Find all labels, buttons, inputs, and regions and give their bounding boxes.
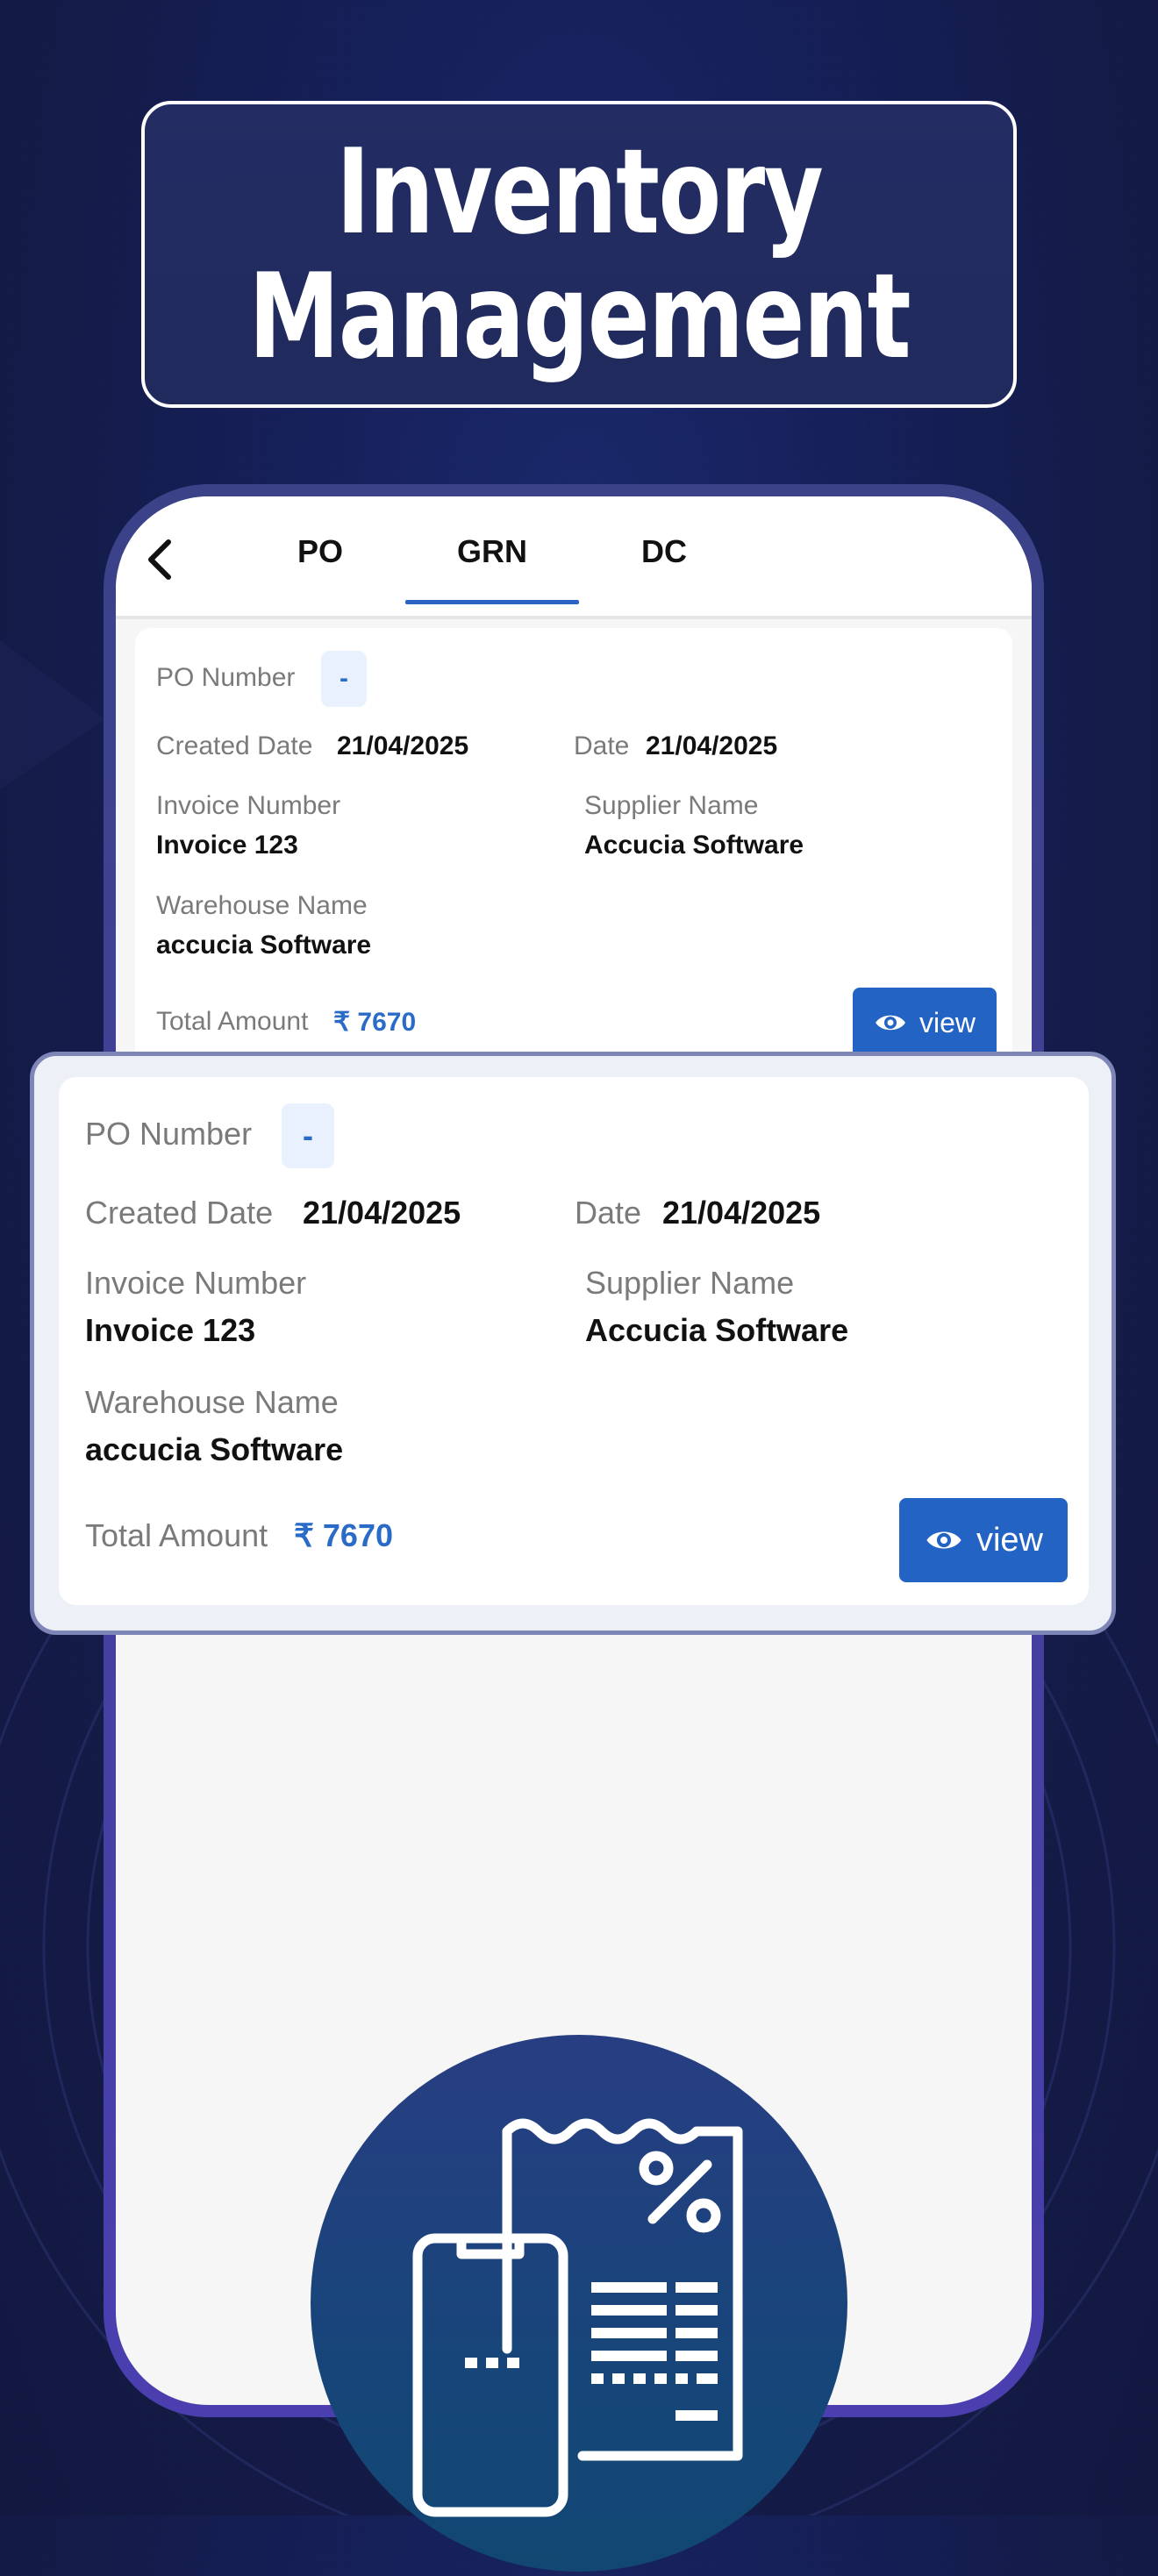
warehouse-name-label: Warehouse Name xyxy=(156,891,368,920)
created-date-value: 21/04/2025 xyxy=(303,1195,461,1231)
po-number-label: PO Number xyxy=(85,1116,253,1152)
zoomed-card-frame: PO Number - Created Date 21/04/2025 Date… xyxy=(30,1052,1116,1635)
po-number-value: - xyxy=(282,1103,334,1168)
view-button-label: view xyxy=(919,1006,976,1038)
warehouse-name-value: accucia Software xyxy=(85,1431,344,1467)
tab-dc[interactable]: DC xyxy=(603,533,726,570)
total-amount-label: Total Amount xyxy=(156,1007,309,1036)
view-button[interactable]: view xyxy=(853,988,997,1058)
po-number-label: PO Number xyxy=(156,663,296,692)
tab-grn[interactable]: GRN xyxy=(431,533,554,570)
grn-detail-card[interactable]: PO Number - Created Date 21/04/2025 Date… xyxy=(59,1077,1089,1605)
po-number-value: - xyxy=(321,651,367,707)
date-label: Date xyxy=(574,731,630,760)
grn-list-card[interactable]: PO Number - Created Date 21/04/2025 Date… xyxy=(135,628,1012,1119)
invoice-number-label: Invoice Number xyxy=(85,1265,307,1301)
mobile-receipt-percent-icon xyxy=(412,2118,743,2517)
supplier-name-value: Accucia Software xyxy=(584,831,804,860)
invoice-number-label: Invoice Number xyxy=(156,791,341,820)
feature-icon-circle xyxy=(311,2035,847,2572)
warehouse-name-label: Warehouse Name xyxy=(85,1384,339,1420)
view-button[interactable]: view xyxy=(899,1498,1068,1582)
supplier-name-label: Supplier Name xyxy=(585,1265,795,1301)
total-amount-value: ₹ 7670 xyxy=(333,1008,417,1037)
tab-po[interactable]: PO xyxy=(259,533,382,570)
invoice-number-value: Invoice 123 xyxy=(85,1312,256,1348)
supplier-name-value: Accucia Software xyxy=(585,1312,849,1348)
warehouse-name-value: accucia Software xyxy=(156,931,372,960)
date-value: 21/04/2025 xyxy=(646,731,778,760)
total-amount-label: Total Amount xyxy=(85,1517,268,1553)
eye-icon xyxy=(875,1015,905,1031)
total-amount-value: ₹ 7670 xyxy=(294,1517,393,1553)
supplier-name-label: Supplier Name xyxy=(584,791,759,820)
date-value: 21/04/2025 xyxy=(662,1195,821,1231)
page-title: Inventory Management xyxy=(248,124,911,385)
view-button-label: view xyxy=(976,1521,1044,1559)
created-date-label: Created Date xyxy=(156,731,313,760)
created-date-value: 21/04/2025 xyxy=(337,731,469,760)
eye-icon xyxy=(926,1531,961,1549)
app-bar: PO GRN DC xyxy=(116,496,1032,619)
title-banner: Inventory Management xyxy=(141,101,1017,408)
active-tab-indicator xyxy=(405,600,579,604)
chevron-left-icon[interactable] xyxy=(139,535,181,584)
created-date-label: Created Date xyxy=(85,1195,274,1231)
invoice-number-value: Invoice 123 xyxy=(156,831,298,860)
date-label: Date xyxy=(575,1195,642,1231)
